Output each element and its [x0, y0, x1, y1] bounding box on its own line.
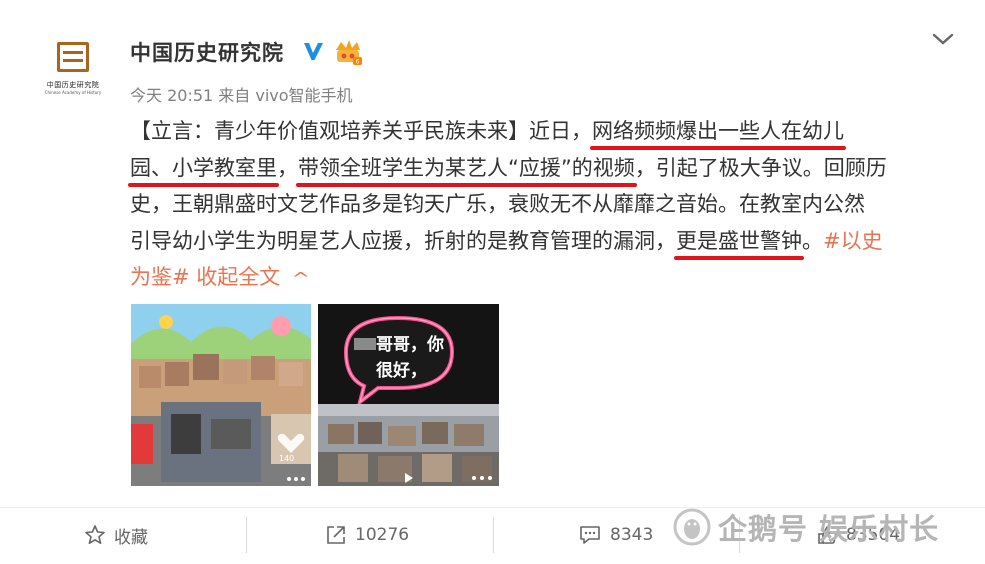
penguin-logo-icon — [673, 508, 711, 546]
action-separator — [246, 517, 247, 553]
post-meta: 今天 20:51 来自 vivo智能手机 — [130, 86, 353, 105]
play-icon[interactable] — [404, 472, 414, 484]
post-image-classroom[interactable]: 140 — [131, 304, 311, 486]
action-separator — [493, 517, 494, 553]
star-icon — [85, 525, 105, 544]
post-text: 【立言：青少年价值观培养关乎民族未来】近日，网络频频爆出一些人在幼儿 园、小学教… — [130, 113, 960, 298]
text-line-3: 史，王朝鼎盛时文艺作品多是钧天广乐，衰败无不从靡靡之音始。在教室内公然 — [130, 186, 960, 223]
text-line-5: 为鉴# 收起全文 ^ — [130, 259, 960, 298]
image-view-counter: 140 — [279, 454, 295, 463]
academy-logo-icon — [57, 42, 89, 72]
text-segment: ， — [277, 155, 298, 180]
account-avatar[interactable]: 中国历史研究院 Chinese Academy of History — [40, 40, 106, 106]
repost-button[interactable]: 10276 — [325, 522, 409, 548]
watermark-text: 企鹅号 娱乐村长 — [718, 512, 940, 546]
favorite-button[interactable]: 收藏 — [84, 522, 148, 548]
share-icon — [327, 526, 345, 544]
text-segment: 史，王朝鼎盛时文艺作品多是钧天广乐，衰败无不从靡靡之音始。在教室内公然 — [130, 192, 865, 216]
more-dots-icon[interactable] — [470, 474, 494, 482]
text-segment: 【立言：青少年价值观培养关乎民族未来】近日， — [130, 119, 592, 143]
hashtag-link[interactable]: #以史 — [823, 229, 883, 253]
favorite-label: 收藏 — [114, 527, 148, 548]
crown-vip-icon: 6 — [336, 40, 362, 66]
watermark: 企鹅号 娱乐村长 — [672, 506, 939, 548]
underlined-segment: 园、小学教室里 — [130, 155, 277, 180]
account-name[interactable]: 中国历史研究院 — [130, 37, 284, 67]
text-segment: ，引起了极大争议。回顾历 — [634, 155, 887, 180]
comment-button[interactable]: 8343 — [578, 522, 653, 548]
text-line-2: 园、小学教室里，带领全班学生为某艺人“应援”的视频，引起了极大争议。回顾历 — [130, 150, 960, 187]
text-line-1: 【立言：青少年价值观培养关乎民族未来】近日，网络频频爆出一些人在幼儿 — [130, 113, 960, 150]
post-video-thumbnail[interactable]: 哥哥，你 很好， — [318, 304, 499, 486]
avatar-text-en: Chinese Academy of History — [44, 90, 102, 95]
caret-up-icon[interactable]: ^ — [292, 261, 311, 298]
bubble-caption: 哥哥，你 很好， — [376, 335, 444, 381]
collapse-text-link[interactable]: 收起全文 — [196, 265, 280, 289]
underlined-segment: 更是盛世警钟 — [676, 228, 802, 253]
avatar-text-cn: 中国历史研究院 — [46, 81, 100, 89]
chevron-down-icon[interactable] — [930, 30, 956, 48]
text-line-4: 引导幼小学生为明星艺人应援，折射的是教育管理的漏洞，更是盛世警钟。#以史 — [130, 223, 960, 260]
underlined-segment: 网络频频爆出一些人在幼儿 — [592, 119, 844, 143]
text-segment: 。 — [802, 228, 823, 253]
svg-text:6: 6 — [356, 59, 360, 66]
hashtag-link[interactable]: 为鉴# — [130, 265, 190, 289]
text-segment: 引导幼小学生为明星艺人应援，折射的是教育管理的漏洞， — [130, 228, 676, 253]
comment-count: 8343 — [610, 525, 654, 545]
underlined-segment: 带领全班学生为某艺人“应援”的视频 — [298, 155, 635, 180]
comment-icon — [580, 526, 600, 544]
verified-badge-icon — [304, 43, 323, 60]
repost-count: 10276 — [355, 525, 410, 545]
